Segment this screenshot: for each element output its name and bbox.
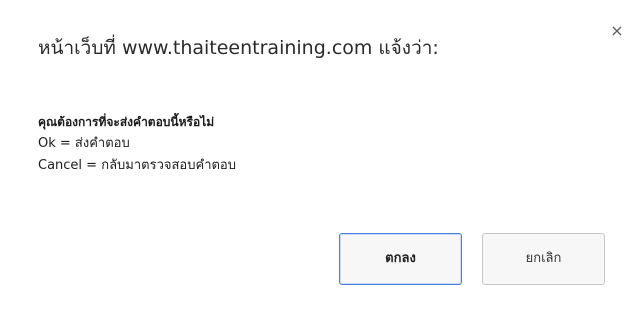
dialog-title: หน้าเว็บที่ www.thaiteentraining.com แจ้… xyxy=(38,37,439,59)
message-cancel-hint: Cancel = กลับมาตรวจสอบคำตอบ xyxy=(38,158,236,173)
message-question: คุณต้องการที่จะส่งคำตอบนี้หรือไม่ xyxy=(38,115,215,129)
dialog-message: คุณต้องการที่จะส่งคำตอบนี้หรือไม่ Ok = ส… xyxy=(38,111,236,177)
ok-button[interactable]: ตกลง xyxy=(339,233,462,285)
cancel-button[interactable]: ยกเลิก xyxy=(482,233,605,285)
alert-dialog: × หน้าเว็บที่ www.thaiteentraining.com แ… xyxy=(0,0,631,314)
message-ok-hint: Ok = ส่งคำตอบ xyxy=(38,136,130,151)
close-icon[interactable]: × xyxy=(608,22,626,40)
